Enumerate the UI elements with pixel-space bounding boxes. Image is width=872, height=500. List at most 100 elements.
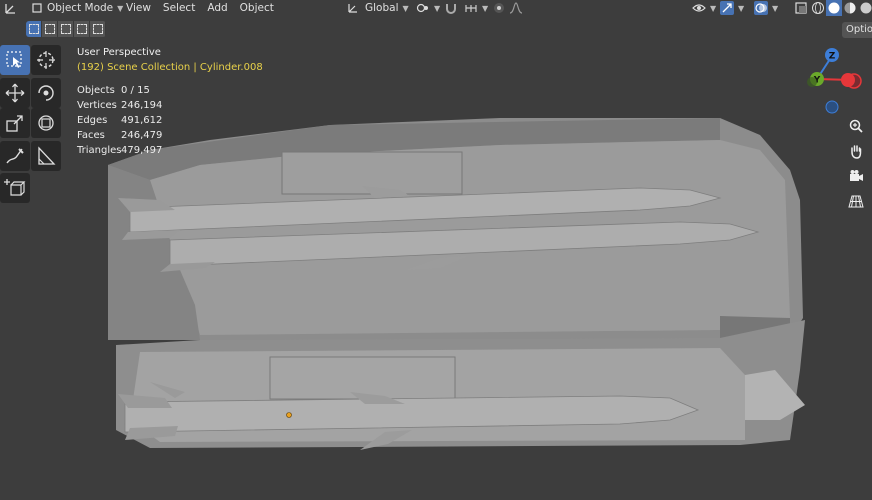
stat-label: Edges <box>77 115 108 126</box>
proportional-icon <box>492 1 506 15</box>
gizmo-z-negative <box>825 100 839 114</box>
annotate-icon <box>6 148 24 164</box>
select-subtract-button[interactable] <box>58 21 74 37</box>
lower-pylon <box>269 356 456 400</box>
measure-icon <box>38 146 56 165</box>
camera-icon <box>850 170 863 181</box>
rendered-sphere-icon <box>859 1 872 15</box>
chevron-down-icon: ▼ <box>738 3 745 13</box>
menu-add[interactable]: Add <box>201 0 233 16</box>
solid-sphere-icon <box>827 1 841 15</box>
gizmo-icon <box>720 1 734 15</box>
move-icon <box>5 83 25 103</box>
stat-row: Faces 246,479 <box>77 128 162 143</box>
stat-value: 0 / 15 <box>121 85 150 96</box>
camera-view-button[interactable] <box>845 165 867 187</box>
gizmo-y-negative <box>807 77 817 87</box>
zoom-icon <box>849 119 863 133</box>
orientation-label: Global <box>365 2 399 14</box>
view-name: User Perspective <box>77 47 161 58</box>
add-cube-icon <box>4 179 26 196</box>
pan-button[interactable] <box>845 140 867 162</box>
scale-icon <box>6 115 23 132</box>
stat-value: 479,497 <box>121 145 163 156</box>
tool-annotate[interactable] <box>0 141 30 171</box>
3d-viewport[interactable]: Object Mode ▼ View Select Add Object Glo… <box>0 0 872 500</box>
tool-transform[interactable] <box>31 108 61 138</box>
proportional-editing-toggle[interactable] <box>488 0 506 16</box>
gizmo-toggle[interactable]: ▼ <box>716 0 746 16</box>
stat-value: 246,479 <box>121 130 163 141</box>
wireframe-sphere-icon <box>811 1 825 15</box>
viewport-header: Object Mode ▼ View Select Add Object Glo… <box>0 0 872 16</box>
pivot-point-dropdown[interactable]: ▼ <box>412 0 442 16</box>
transform-orientation-dropdown[interactable]: Global ▼ <box>342 0 409 16</box>
tool-scale[interactable] <box>0 108 30 138</box>
tool-measure[interactable] <box>31 141 61 171</box>
tool-move[interactable] <box>0 78 30 108</box>
stat-row: Objects 0 / 15 <box>77 83 162 98</box>
select-difference-button[interactable] <box>74 21 90 37</box>
hand-pan-icon <box>851 145 862 159</box>
stat-row: Vertices 246,194 <box>77 98 162 113</box>
select-new-button[interactable] <box>26 21 42 37</box>
visibility-dropdown[interactable]: ▼ <box>688 0 716 16</box>
tool-select-box[interactable] <box>0 45 30 75</box>
editor-type-button[interactable] <box>0 0 26 16</box>
xray-toggle[interactable] <box>790 0 808 16</box>
zoom-button[interactable] <box>845 115 867 137</box>
mode-dropdown[interactable]: Object Mode ▼ <box>26 0 123 16</box>
menu-object[interactable]: Object <box>234 0 280 16</box>
menu-select[interactable]: Select <box>157 0 201 16</box>
transform-icon <box>38 115 54 131</box>
stat-row: Edges 491,612 <box>77 113 162 128</box>
select-extend-button[interactable] <box>42 21 58 37</box>
mode-label: Object Mode <box>47 2 114 14</box>
cursor-icon <box>37 51 55 69</box>
tool-rotate[interactable] <box>31 78 61 108</box>
shading-wireframe-button[interactable] <box>810 0 826 16</box>
grid-perspective-icon <box>848 195 864 208</box>
magnet-icon <box>444 1 458 15</box>
scene-render <box>108 118 805 450</box>
gizmo-x-positive <box>841 73 855 87</box>
overlays-icon <box>754 1 768 15</box>
pivot-icon <box>416 1 430 15</box>
overlays-toggle[interactable]: ▼ <box>750 0 780 16</box>
navigation-gizmo[interactable]: Y Z <box>798 44 868 116</box>
tool-cursor[interactable] <box>31 45 61 75</box>
active-collection: (192) Scene Collection | Cylinder.008 <box>77 62 263 73</box>
xray-icon <box>794 1 808 15</box>
material-sphere-icon <box>843 1 857 15</box>
orientation-icon <box>346 1 360 15</box>
stat-value: 491,612 <box>121 115 163 126</box>
options-button[interactable]: Options <box>842 22 872 38</box>
chevron-down-icon: ▼ <box>402 3 409 13</box>
perspective-toggle-button[interactable] <box>845 190 867 212</box>
snap-target-dropdown[interactable]: ▼ <box>460 0 488 16</box>
stat-label: Vertices <box>77 100 117 111</box>
gizmo-z-label: Z <box>829 52 836 62</box>
shading-solid-button[interactable] <box>826 0 842 16</box>
select-box-icon <box>6 51 22 68</box>
tool-add-cube[interactable] <box>0 173 30 203</box>
stat-label: Objects <box>77 85 115 96</box>
shading-rendered-button[interactable] <box>858 0 872 16</box>
snap-increment-icon <box>464 1 478 15</box>
shading-material-button[interactable] <box>842 0 858 16</box>
falloff-curve-icon <box>509 1 523 15</box>
falloff-dropdown[interactable] <box>505 0 531 16</box>
snap-toggle[interactable] <box>440 0 460 16</box>
selection-mode-row <box>26 21 106 37</box>
select-intersect-button[interactable] <box>90 21 106 37</box>
scene-statistics: Objects 0 / 15 Vertices 246,194 Edges 491,6… <box>77 83 162 158</box>
object-mode-icon <box>30 1 44 15</box>
eye-icon <box>692 1 706 15</box>
stat-value: 246,194 <box>121 100 163 111</box>
stat-label: Triangles <box>77 145 122 156</box>
stat-label: Faces <box>77 130 105 141</box>
rotate-icon <box>38 85 54 101</box>
stat-row: Triangles 479,497 <box>77 143 162 158</box>
chevron-down-icon: ▼ <box>772 3 779 13</box>
menu-view[interactable]: View <box>120 0 157 16</box>
